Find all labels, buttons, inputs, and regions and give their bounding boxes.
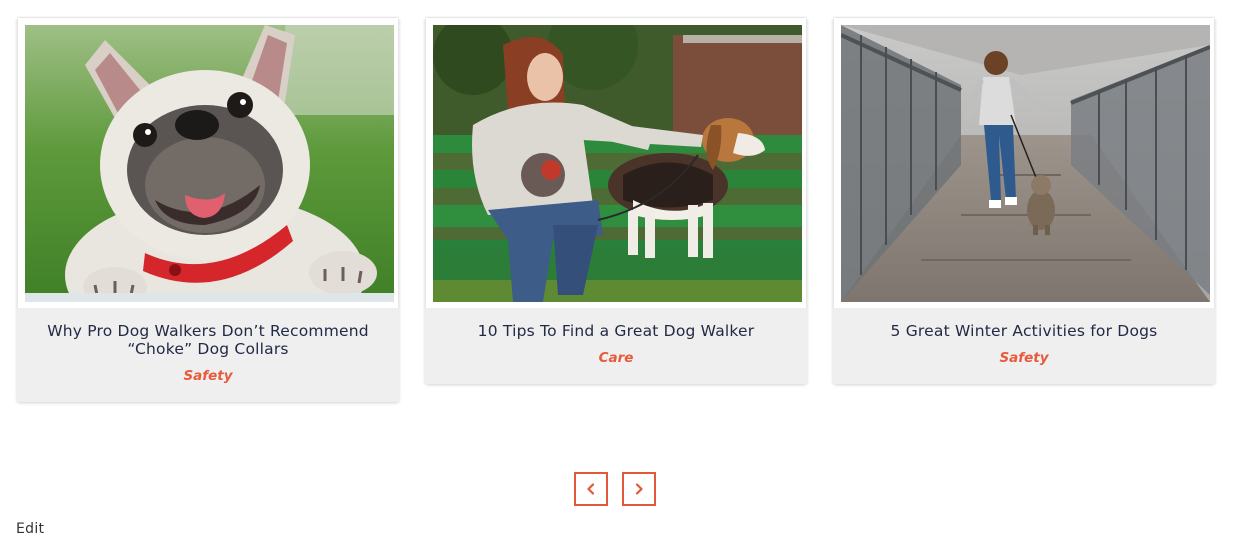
post-image-frame: [17, 17, 399, 308]
post-image[interactable]: [25, 25, 394, 302]
blog-carousel-page: Why Pro Dog Walkers Don’t Recommend “Cho…: [0, 0, 1237, 537]
carousel-prev-button[interactable]: [574, 472, 608, 506]
post-card-body: 5 Great Winter Activities for Dogs Safet…: [833, 308, 1215, 384]
post-title[interactable]: 10 Tips To Find a Great Dog Walker: [443, 322, 789, 340]
french-bulldog-photo: [25, 25, 394, 302]
post-image[interactable]: [841, 25, 1210, 302]
post-category-link[interactable]: Safety: [999, 350, 1048, 366]
carousel-next-button[interactable]: [622, 472, 656, 506]
woman-beagle-photo: [433, 25, 802, 302]
post-image[interactable]: [433, 25, 802, 302]
post-title[interactable]: Why Pro Dog Walkers Don’t Recommend “Cho…: [35, 322, 381, 358]
child-running-bridge-photo: [841, 25, 1210, 302]
post-card: 10 Tips To Find a Great Dog Walker Care: [425, 17, 807, 384]
post-card-body: 10 Tips To Find a Great Dog Walker Care: [425, 308, 807, 384]
edit-link[interactable]: Edit: [16, 521, 44, 537]
post-image-frame: [833, 17, 1215, 308]
post-card: Why Pro Dog Walkers Don’t Recommend “Cho…: [17, 17, 399, 402]
post-title[interactable]: 5 Great Winter Activities for Dogs: [851, 322, 1197, 340]
post-card: 5 Great Winter Activities for Dogs Safet…: [833, 17, 1215, 384]
post-category-link[interactable]: Care: [599, 350, 634, 366]
chevron-right-icon: [635, 483, 643, 495]
post-image-frame: [425, 17, 807, 308]
chevron-left-icon: [587, 483, 595, 495]
post-card-body: Why Pro Dog Walkers Don’t Recommend “Cho…: [17, 308, 399, 402]
post-category-link[interactable]: Safety: [183, 368, 232, 384]
